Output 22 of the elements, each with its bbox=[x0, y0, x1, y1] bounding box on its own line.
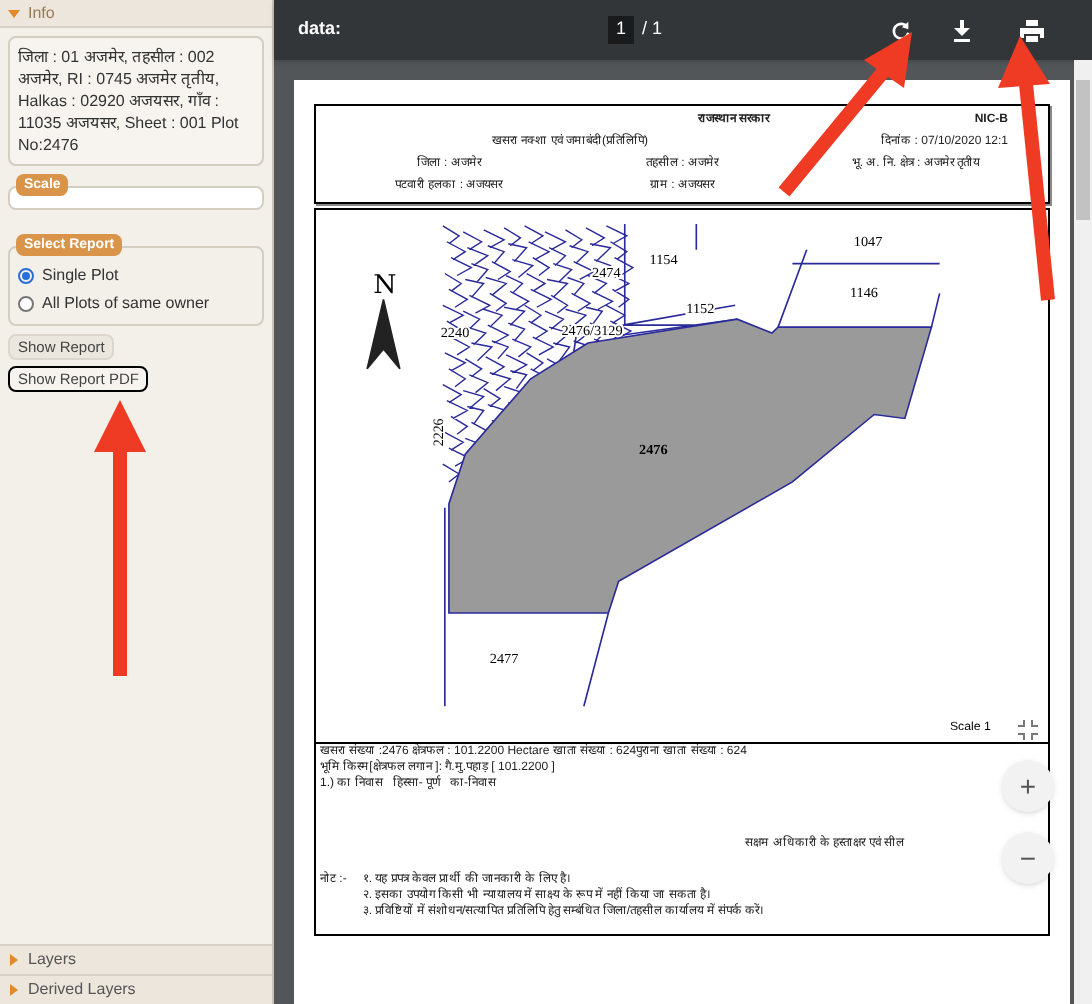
panel-header[interactable]: Layers bbox=[0, 944, 272, 974]
download-icon[interactable] bbox=[952, 19, 972, 41]
radio-icon[interactable] bbox=[18, 268, 34, 284]
triangle-icon bbox=[8, 984, 20, 996]
radio-icon[interactable] bbox=[18, 296, 34, 312]
print-icon[interactable] bbox=[1020, 19, 1044, 41]
radio-option[interactable]: Single Plot bbox=[18, 264, 254, 288]
plot-info-text: जिला : 01 अजमेर, तहसील : 002 अजमेर, RI : 0745 अजमेर तृतीय, Halkas : 02920 अजयसर, गाँव : 11035 अजयसर, Sheet : 001 Plot No:2476 bbox=[8, 36, 264, 166]
document-title: data: bbox=[298, 16, 344, 43]
zoom-button[interactable]: − bbox=[1002, 832, 1054, 884]
north-arrow-icon bbox=[366, 298, 401, 370]
page-total: / 1 bbox=[642, 16, 663, 43]
triangle-icon bbox=[8, 954, 20, 966]
fit-page-icon[interactable] bbox=[1018, 720, 1038, 740]
triangle-icon bbox=[8, 7, 20, 19]
page-input[interactable]: 1 bbox=[608, 16, 635, 44]
north-label: N bbox=[373, 271, 397, 302]
zoom-button[interactable]: + bbox=[1002, 760, 1054, 812]
panel-header[interactable]: Derived Layers bbox=[0, 974, 272, 1004]
scale-field[interactable] bbox=[8, 186, 264, 210]
radio-option[interactable]: All Plots of same owner bbox=[18, 292, 254, 316]
rotate-icon[interactable] bbox=[890, 19, 912, 41]
